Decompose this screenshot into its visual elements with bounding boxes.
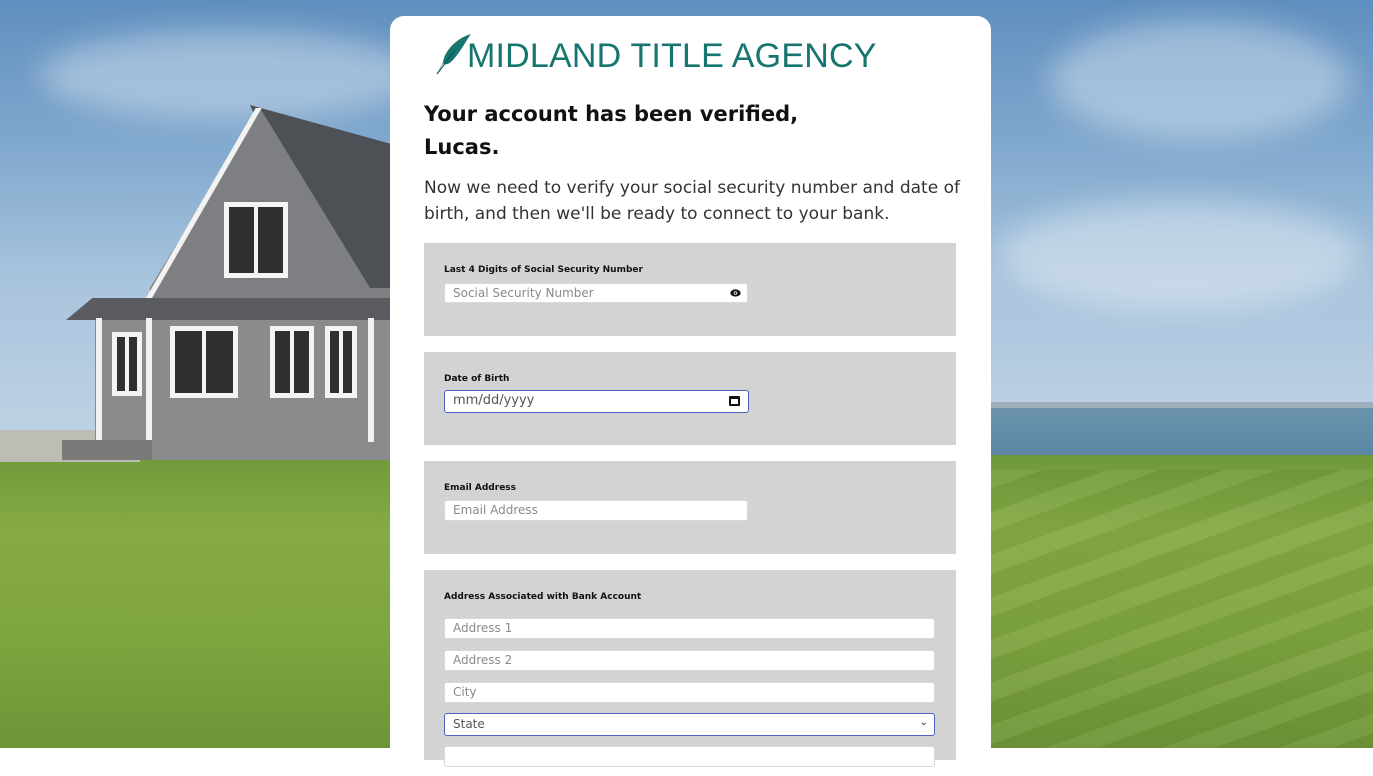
dob-label: Date of Birth — [444, 374, 510, 384]
dob-placeholder: mm/dd/yyyy — [453, 393, 535, 408]
title-line-1: Your account has been verified, — [424, 102, 799, 126]
email-label: Email Address — [444, 483, 517, 493]
address2-input[interactable]: Address 2 — [444, 650, 935, 671]
email-input[interactable]: Email Address — [444, 500, 748, 521]
ssn-input[interactable]: Social Security Number — [444, 283, 748, 303]
email-section: Email Address Email Address — [424, 461, 956, 554]
address1-placeholder: Address 1 — [453, 621, 513, 635]
lawn-stripes — [990, 470, 1373, 748]
title-line-2: Lucas. — [424, 135, 500, 159]
intro-text: Now we need to verify your social securi… — [424, 178, 960, 224]
state-select[interactable]: State ⌄ — [444, 713, 935, 736]
address-label: Address Associated with Bank Account — [444, 592, 642, 602]
city-input[interactable]: City — [444, 682, 935, 703]
address1-input[interactable]: Address 1 — [444, 618, 935, 639]
address2-placeholder: Address 2 — [453, 653, 513, 667]
chevron-down-icon: ⌄ — [919, 717, 928, 728]
dob-input[interactable]: mm/dd/yyyy — [444, 390, 749, 413]
ssn-section: Last 4 Digits of Social Security Number … — [424, 243, 956, 336]
page-title: Your account has been verified, Lucas. — [424, 98, 944, 164]
city-placeholder: City — [453, 685, 477, 699]
cloud — [1050, 20, 1350, 140]
eye-icon[interactable] — [730, 289, 741, 297]
address-section: Address Associated with Bank Account Add… — [424, 570, 956, 767]
cloud — [1000, 200, 1360, 310]
zip-input-partial[interactable] — [444, 746, 935, 767]
ssn-placeholder: Social Security Number — [453, 286, 594, 300]
email-placeholder: Email Address — [453, 503, 538, 517]
calendar-icon[interactable] — [729, 396, 740, 406]
dob-section: Date of Birth mm/dd/yyyy — [424, 352, 956, 445]
brand-name: MIDLAND TITLE AGENCY — [467, 37, 877, 75]
cloud — [40, 30, 420, 120]
ssn-label: Last 4 Digits of Social Security Number — [444, 265, 643, 275]
brand-logo: MIDLAND TITLE AGENCY — [433, 32, 877, 76]
state-selected-value: State — [453, 717, 485, 731]
